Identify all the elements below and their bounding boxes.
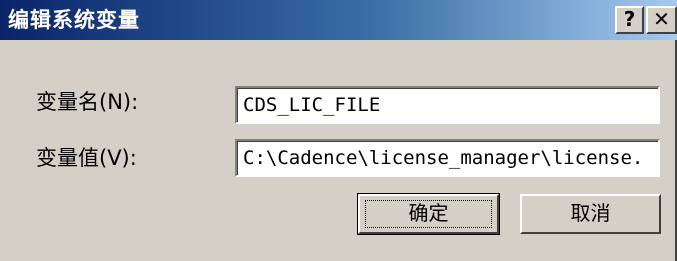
close-button[interactable]: ✕	[646, 6, 677, 34]
ok-button-label: 确定	[408, 201, 449, 225]
question-mark-icon: ?	[623, 7, 636, 31]
close-icon: ✕	[653, 7, 670, 31]
edit-system-variable-dialog: 编辑系统变量 ? ✕ 变量名(N): CDS_LIC_FILE 变量值(V): …	[0, 0, 677, 261]
variable-value-input[interactable]: C:\Cadence\license_manager\license.	[235, 139, 660, 177]
window-title: 编辑系统变量	[8, 8, 140, 32]
title-bar[interactable]: 编辑系统变量 ? ✕	[0, 0, 677, 40]
variable-name-input[interactable]: CDS_LIC_FILE	[235, 86, 660, 124]
help-button[interactable]: ?	[615, 6, 644, 34]
cancel-button-label: 取消	[570, 201, 611, 225]
variable-value-label: 变量值(V):	[36, 146, 137, 170]
variable-name-label: 变量名(N):	[36, 90, 139, 114]
ok-button[interactable]: 确定	[357, 193, 500, 235]
cancel-button[interactable]: 取消	[520, 194, 661, 234]
